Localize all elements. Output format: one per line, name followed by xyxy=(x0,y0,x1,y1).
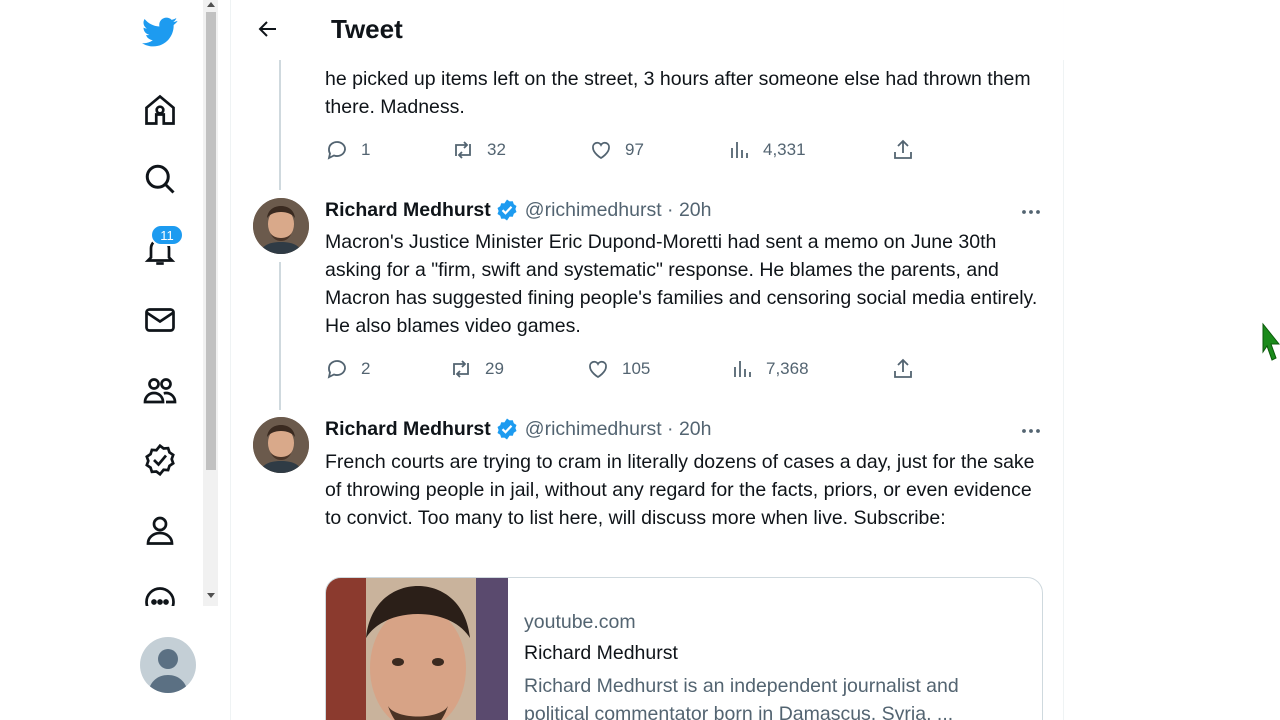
scroll-up-arrow[interactable] xyxy=(207,2,215,7)
notifications-badge: 11 xyxy=(150,224,184,246)
retweet-button[interactable]: 32 xyxy=(451,138,506,162)
card-description: Richard Medhurst is an independent journ… xyxy=(524,675,959,720)
heart-icon xyxy=(589,360,607,379)
like-count: 105 xyxy=(622,359,651,378)
thread-line xyxy=(279,60,281,190)
scroll-down-arrow[interactable] xyxy=(207,593,215,598)
verified-badge-icon xyxy=(497,418,517,440)
card-domain: youtube.com xyxy=(524,611,636,633)
author-name[interactable]: Richard Medhurst xyxy=(325,199,491,222)
retweet-count: 32 xyxy=(487,140,506,159)
page-title: Tweet xyxy=(331,14,403,44)
retweet-button[interactable]: 29 xyxy=(449,357,504,381)
retweet-count: 29 xyxy=(485,359,504,378)
author-avatar[interactable] xyxy=(253,417,309,473)
views-icon xyxy=(731,142,748,158)
verified-icon[interactable] xyxy=(138,438,182,482)
share-icon xyxy=(894,139,912,159)
author-handle-time[interactable]: @richimedhurst · 20h xyxy=(525,199,712,222)
views-button[interactable]: 4,331 xyxy=(727,138,806,162)
more-options-icon[interactable] xyxy=(1019,200,1043,224)
scrollbar[interactable] xyxy=(203,0,218,606)
share-button[interactable] xyxy=(891,357,915,381)
views-icon xyxy=(734,361,751,377)
like-button[interactable]: 105 xyxy=(586,357,650,381)
tweet-header: Richard Medhurst @richimedhurst · 20h xyxy=(325,198,711,222)
like-button[interactable]: 97 xyxy=(589,138,644,162)
link-preview-card[interactable]: youtube.com Richard Medhurst Richard Med… xyxy=(325,577,1043,720)
author-name[interactable]: Richard Medhurst xyxy=(325,418,491,441)
scrollbar-thumb[interactable] xyxy=(206,12,216,470)
reply-button[interactable]: 2 xyxy=(325,357,370,381)
card-title: Richard Medhurst xyxy=(524,642,678,664)
tweet-actions: 2 29 105 7,368 xyxy=(325,357,925,387)
more-options-icon[interactable] xyxy=(1019,419,1043,443)
tweet-actions: 1 32 97 4,331 xyxy=(325,138,925,168)
mouse-cursor-icon xyxy=(1262,322,1280,361)
views-button[interactable]: 7,368 xyxy=(730,357,809,381)
left-navigation: 11 xyxy=(0,0,205,720)
explore-icon[interactable] xyxy=(138,157,182,201)
reply-button[interactable]: 1 xyxy=(325,138,370,162)
reply-count: 2 xyxy=(361,359,371,378)
retweet-icon xyxy=(453,360,469,378)
tweet-header: Richard Medhurst @richimedhurst · 20h xyxy=(325,417,711,441)
twitter-logo-icon[interactable] xyxy=(138,10,182,54)
verified-badge-icon xyxy=(497,199,517,221)
communities-icon[interactable] xyxy=(138,368,182,412)
author-avatar[interactable] xyxy=(253,198,309,254)
tweet-text: Macron's Justice Minister Eric Dupond-Mo… xyxy=(325,231,1038,337)
home-icon[interactable] xyxy=(138,88,182,132)
reply-count: 1 xyxy=(361,140,371,159)
card-thumbnail xyxy=(326,578,508,720)
view-count: 7,368 xyxy=(766,359,809,378)
reply-icon xyxy=(327,360,346,379)
tweet-text: French courts are trying to cram in lite… xyxy=(325,451,1035,529)
account-avatar[interactable] xyxy=(140,637,196,693)
share-button[interactable] xyxy=(891,138,915,162)
reply-icon xyxy=(327,141,346,160)
author-handle-time[interactable]: @richimedhurst · 20h xyxy=(525,418,712,441)
page-header: Tweet xyxy=(231,0,1064,60)
view-count: 4,331 xyxy=(763,140,806,159)
more-icon[interactable] xyxy=(138,578,182,606)
heart-icon xyxy=(592,141,610,160)
profile-icon[interactable] xyxy=(138,508,182,552)
messages-icon[interactable] xyxy=(138,298,182,342)
like-count: 97 xyxy=(625,140,644,159)
thread-line xyxy=(279,262,281,410)
share-icon xyxy=(894,358,912,378)
retweet-icon xyxy=(455,141,471,159)
main-column: Tweet he picked up items left on the str… xyxy=(230,0,1064,720)
back-arrow-icon[interactable] xyxy=(251,12,285,46)
tweet-text: he picked up items left on the street, 3… xyxy=(325,68,1031,118)
